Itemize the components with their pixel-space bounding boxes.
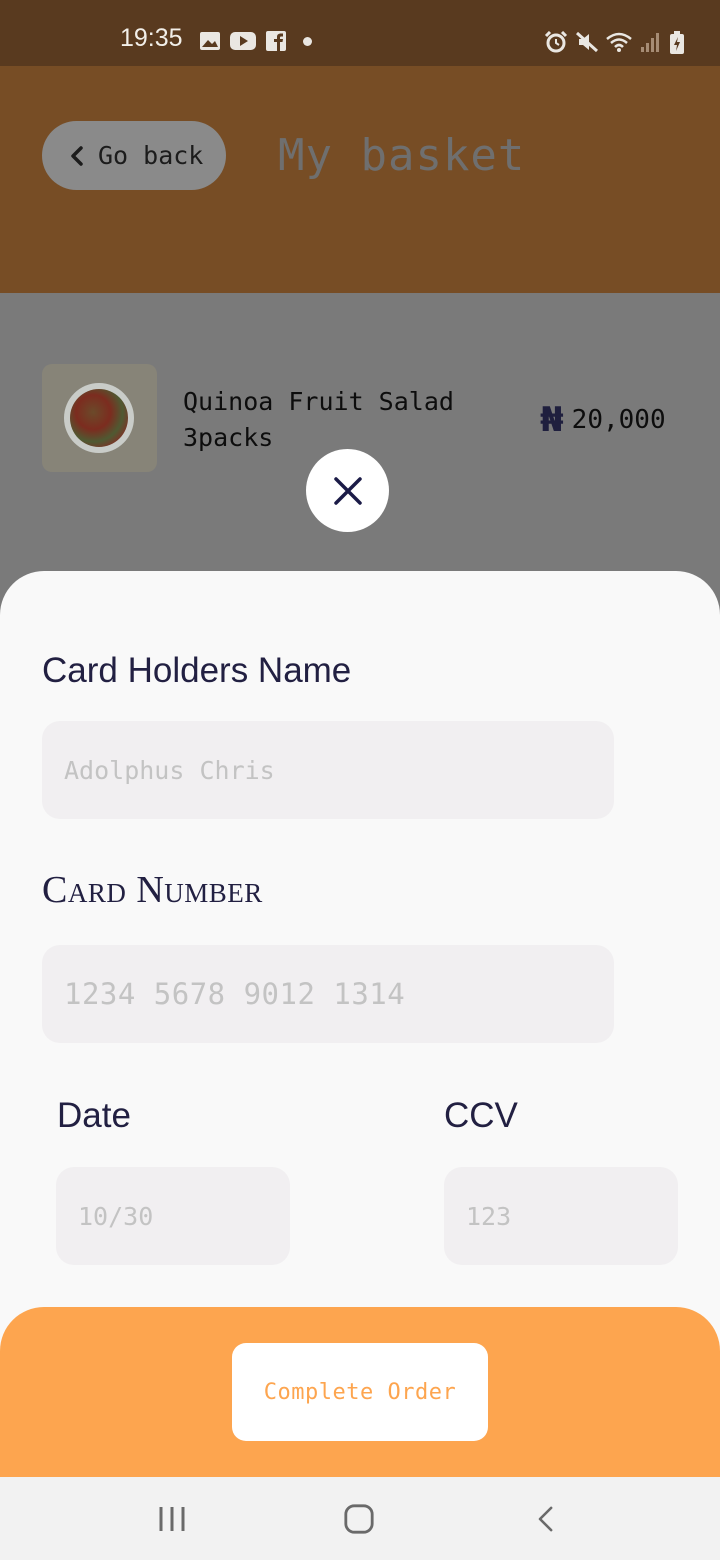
status-bar: 19:35 bbox=[0, 0, 720, 66]
status-time: 19:35 bbox=[120, 24, 183, 52]
payment-sheet: Card Holders Name Card Number Date CCV bbox=[0, 571, 720, 1371]
dot-icon bbox=[303, 37, 312, 46]
card-holder-label: Card Holders Name bbox=[42, 651, 352, 690]
item-price-value: 20,000 bbox=[571, 405, 666, 435]
card-number-label: Card Number bbox=[42, 869, 263, 911]
ccv-input[interactable] bbox=[466, 1201, 678, 1231]
page-title: My basket bbox=[278, 130, 526, 181]
alarm-icon bbox=[544, 30, 568, 53]
date-field[interactable] bbox=[56, 1167, 290, 1265]
battery-charging-icon bbox=[669, 31, 685, 54]
card-holder-input[interactable] bbox=[64, 755, 614, 785]
youtube-icon bbox=[230, 31, 256, 51]
back-nav-icon bbox=[538, 1506, 553, 1532]
card-number-field[interactable] bbox=[42, 945, 614, 1043]
item-name: Quinoa Fruit Salad 3packs bbox=[183, 384, 483, 456]
recent-apps-button[interactable] bbox=[156, 1501, 188, 1537]
complete-order-button[interactable]: Complete Order bbox=[232, 1343, 488, 1441]
order-footer: Complete Order bbox=[0, 1307, 720, 1477]
naira-icon: ₦ bbox=[540, 400, 564, 440]
back-nav-button[interactable] bbox=[532, 1501, 560, 1537]
gallery-icon bbox=[199, 31, 221, 51]
item-title: Quinoa Fruit Salad bbox=[183, 387, 454, 416]
salad-image bbox=[70, 389, 128, 447]
card-number-input[interactable] bbox=[64, 977, 614, 1011]
chevron-left-icon bbox=[71, 145, 83, 166]
ccv-field[interactable] bbox=[444, 1167, 678, 1265]
ccv-label: CCV bbox=[444, 1096, 518, 1135]
card-holder-field[interactable] bbox=[42, 721, 614, 819]
go-back-button[interactable]: Go back bbox=[42, 121, 226, 190]
home-button[interactable] bbox=[342, 1501, 376, 1537]
item-thumbnail bbox=[42, 364, 157, 472]
recent-apps-icon bbox=[159, 1507, 185, 1531]
header: Go back My basket bbox=[0, 66, 720, 293]
close-icon bbox=[333, 476, 362, 505]
signal-icon bbox=[640, 31, 660, 52]
item-price: ₦ 20,000 bbox=[540, 400, 666, 440]
go-back-label: Go back bbox=[98, 141, 204, 170]
wifi-icon bbox=[605, 31, 633, 52]
close-button[interactable] bbox=[306, 449, 389, 532]
mute-icon bbox=[575, 31, 599, 53]
navigation-bar bbox=[0, 1477, 720, 1560]
date-label: Date bbox=[57, 1096, 131, 1135]
date-input[interactable] bbox=[78, 1201, 290, 1231]
home-icon bbox=[344, 1504, 374, 1534]
facebook-icon bbox=[265, 31, 287, 51]
